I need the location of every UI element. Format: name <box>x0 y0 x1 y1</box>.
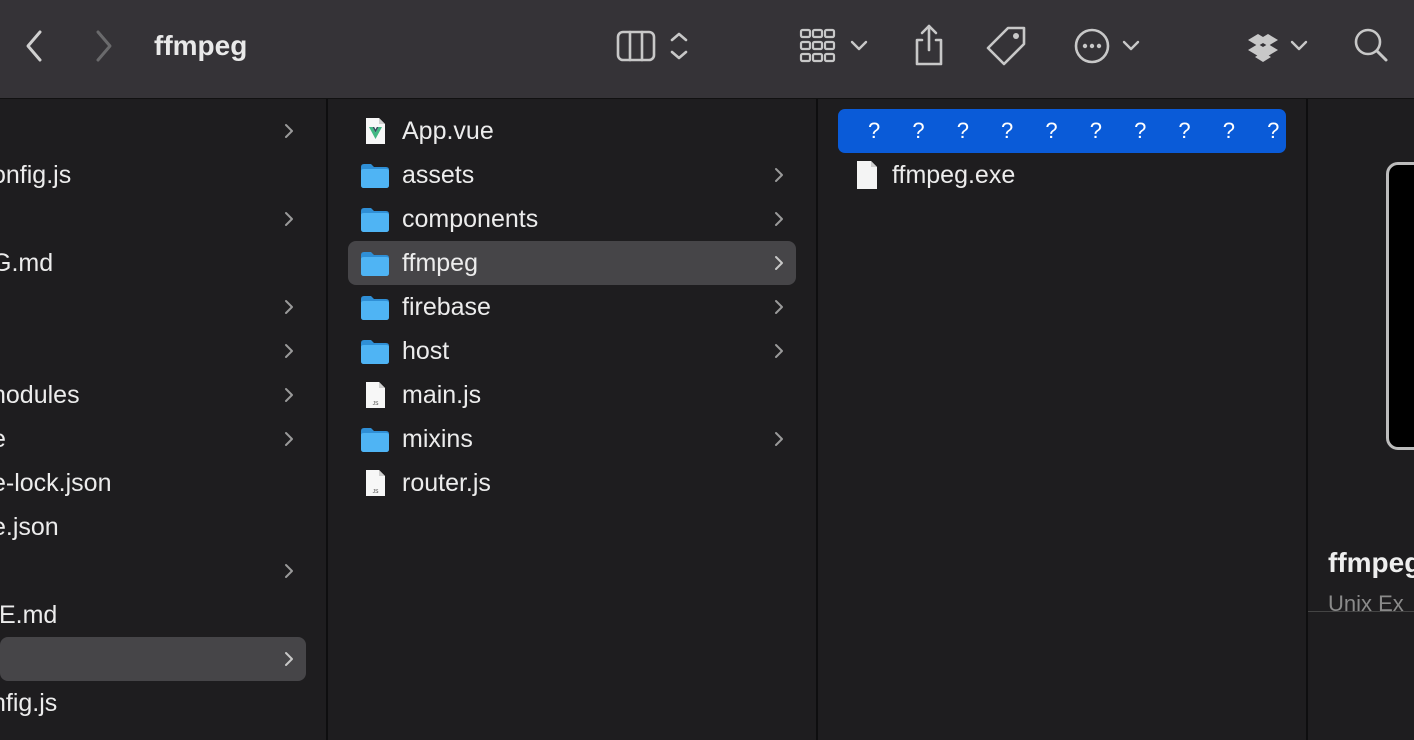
list-item[interactable]: firebase <box>348 285 796 329</box>
back-button[interactable] <box>14 26 54 66</box>
disclosure-arrow-icon <box>285 344 293 358</box>
list-item[interactable] <box>0 197 306 241</box>
vue-file-icon <box>366 118 385 144</box>
list-item-label: ffmpeg.exe <box>892 161 1016 189</box>
list-item-label: ffmpeg <box>402 249 478 277</box>
file-preview-thumbnail <box>1386 162 1414 450</box>
list-item-label: ? ? ? ? ? ? ? ? ? ? <box>868 118 1293 143</box>
toolbar: ffmpeg <box>0 0 1414 99</box>
column-parent: onfig.js G.md nodules e e-lock.json e.json IE.… <box>0 99 326 740</box>
dropbox-button[interactable] <box>1244 24 1312 68</box>
list-item-label: host <box>402 337 450 365</box>
disclosure-arrow-icon <box>775 344 783 358</box>
list-item[interactable]: ffmpeg.exe <box>838 153 1286 197</box>
list-item[interactable] <box>0 285 306 329</box>
share-icon <box>915 24 943 66</box>
folder-icon <box>361 252 389 276</box>
list-item[interactable]: JS router.js <box>348 461 796 505</box>
tag-icon <box>986 26 1026 66</box>
list-item-label: main.js <box>402 381 482 409</box>
disclosure-arrow-icon <box>775 432 783 446</box>
folder-icon <box>361 340 389 364</box>
folder-icon <box>361 164 389 188</box>
list-item[interactable]: nodules <box>0 373 306 417</box>
list-item-label: firebase <box>402 293 491 321</box>
view-mode-button[interactable] <box>614 26 694 66</box>
column-ffmpeg: ? ? ? ? ? ? ? ? ? ? ffmpeg.exe <box>818 99 1306 740</box>
folder-icon <box>361 208 389 232</box>
list-item-label: nodules <box>0 381 80 409</box>
disclosure-arrow-icon <box>285 212 293 226</box>
disclosure-arrow-icon <box>775 168 783 182</box>
list-item[interactable]: assets <box>348 153 796 197</box>
list-item-label: mixins <box>402 425 473 453</box>
columns-view-icon <box>616 30 688 62</box>
list-item-label: nfig.js <box>0 689 58 717</box>
disclosure-arrow-icon <box>285 432 293 446</box>
blank-file-icon <box>857 161 877 189</box>
disclosure-arrow-icon <box>285 564 293 578</box>
search-icon <box>1354 28 1388 62</box>
list-item[interactable]: e.json <box>0 505 306 549</box>
list-item[interactable] <box>0 329 306 373</box>
more-button[interactable] <box>1072 24 1144 68</box>
disclosure-arrow-icon <box>285 388 293 402</box>
list-item-label: G.md <box>0 249 54 277</box>
preview-file-name: ffmpeg <box>1328 547 1414 578</box>
list-item[interactable]: G.md <box>0 241 306 285</box>
disclosure-arrow-icon <box>775 300 783 314</box>
tag-button[interactable] <box>984 24 1030 68</box>
disclosure-arrow-icon <box>775 212 783 226</box>
list-item-label: router.js <box>402 469 491 497</box>
chevron-left-icon <box>26 30 42 62</box>
list-item[interactable]: ? ? ? ? ? ? ? ? ? ? <box>838 109 1286 153</box>
list-item[interactable]: JS main.js <box>348 373 796 417</box>
disclosure-arrow-icon <box>285 652 293 666</box>
js-file-icon: JS <box>366 470 385 496</box>
list-item-label: App.vue <box>402 117 494 145</box>
group-button[interactable] <box>796 24 872 68</box>
dropbox-icon <box>1248 34 1308 62</box>
disclosure-arrow-icon <box>285 124 293 138</box>
list-item[interactable]: e-lock.json <box>0 461 306 505</box>
disclosure-arrow-icon <box>285 300 293 314</box>
disclosure-arrow-icon <box>775 256 783 270</box>
js-file-icon: JS <box>366 382 385 408</box>
list-item[interactable] <box>0 109 306 153</box>
list-item[interactable]: App.vue <box>348 109 796 153</box>
chevron-right-icon <box>96 30 112 62</box>
preview-divider <box>1308 611 1414 612</box>
list-item-label: e-lock.json <box>0 469 112 497</box>
list-item-label: components <box>402 205 539 233</box>
list-item-label: onfig.js <box>0 161 72 189</box>
grid-group-icon <box>799 28 868 63</box>
list-item[interactable]: e <box>0 417 306 461</box>
folder-icon <box>361 428 389 452</box>
preview-pane: ffmpeg Unix Ex <box>1308 99 1414 740</box>
list-item[interactable]: onfig.js <box>0 153 306 197</box>
window-title: ffmpeg <box>154 30 248 61</box>
list-item-label: e.json <box>0 513 59 541</box>
list-item[interactable]: IE.md <box>0 593 306 637</box>
list-item-label: IE.md <box>0 601 58 629</box>
column-src: App.vue assets components ffmpeg firebase hos… <box>328 99 816 740</box>
list-item[interactable] <box>0 549 306 593</box>
preview-file-kind: Unix Ex <box>1328 591 1404 611</box>
list-item[interactable]: host <box>348 329 796 373</box>
list-item[interactable]: components <box>348 197 796 241</box>
folder-icon <box>361 296 389 320</box>
svg-text:JS: JS <box>373 401 380 407</box>
list-item[interactable] <box>0 637 306 681</box>
list-item-label: e <box>0 417 6 461</box>
search-button[interactable] <box>1350 24 1394 68</box>
svg-text:JS: JS <box>373 489 380 495</box>
list-item[interactable]: nfig.js <box>0 681 306 725</box>
share-button[interactable] <box>908 22 950 68</box>
list-item[interactable]: ffmpeg <box>348 241 796 285</box>
list-item-label: assets <box>402 161 475 189</box>
forward-button[interactable] <box>84 26 124 66</box>
ellipsis-circle-icon <box>1074 28 1140 64</box>
list-item[interactable]: mixins <box>348 417 796 461</box>
